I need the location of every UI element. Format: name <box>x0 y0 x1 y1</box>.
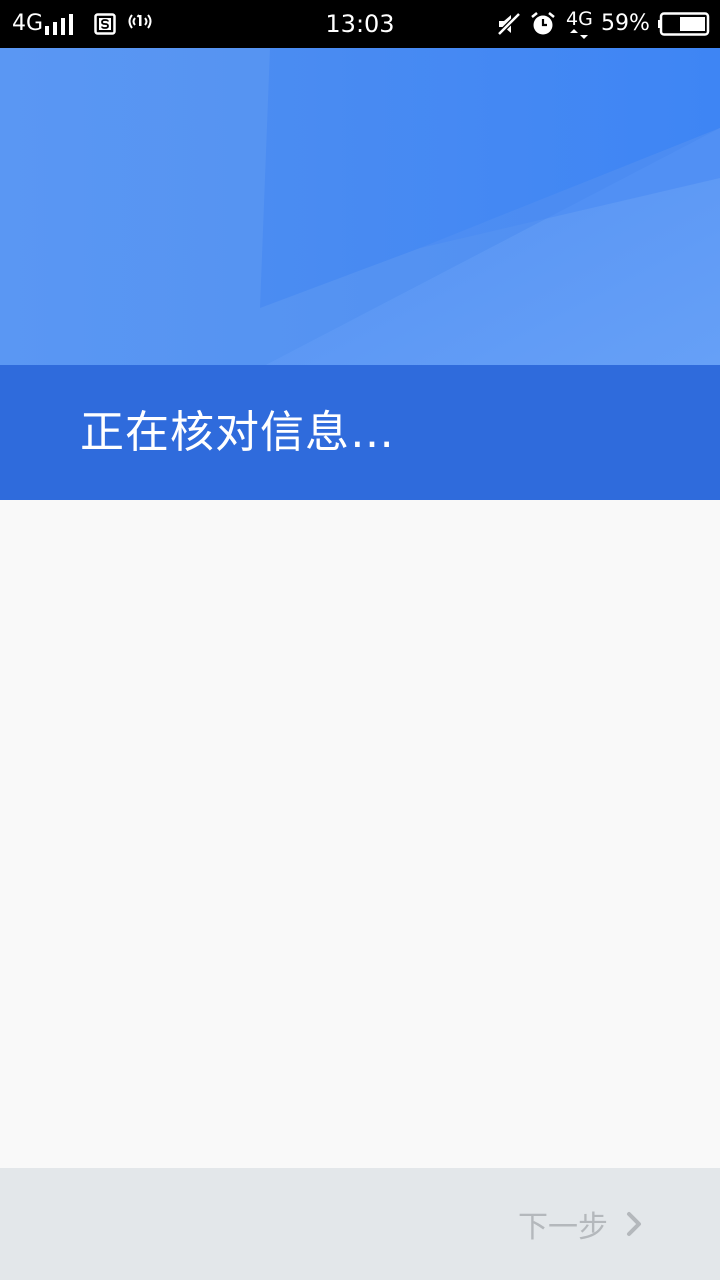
screen: 4G 13:03 4G 59% 正在核对信息… 下一步 <box>0 0 720 1280</box>
alarm-icon <box>530 0 556 48</box>
mute-icon <box>496 0 522 48</box>
bottom-bar: 下一步 <box>0 1168 720 1280</box>
battery-icon <box>658 0 710 48</box>
network-type-right-group: 4G <box>566 0 593 48</box>
next-button[interactable]: 下一步 <box>518 1202 644 1246</box>
next-button-label: 下一步 <box>518 1210 608 1245</box>
chevron-right-icon <box>627 1212 641 1236</box>
battery-percent: 59% <box>601 11 650 36</box>
page-title: 正在核对信息… <box>80 407 395 458</box>
header-decoration <box>0 48 720 368</box>
header: 正在核对信息… <box>0 48 720 500</box>
network-type-right: 4G <box>566 7 593 30</box>
status-bar: 4G 13:03 4G 59% <box>0 0 720 48</box>
content-area <box>0 500 720 1168</box>
data-arrows-icon <box>570 28 589 39</box>
